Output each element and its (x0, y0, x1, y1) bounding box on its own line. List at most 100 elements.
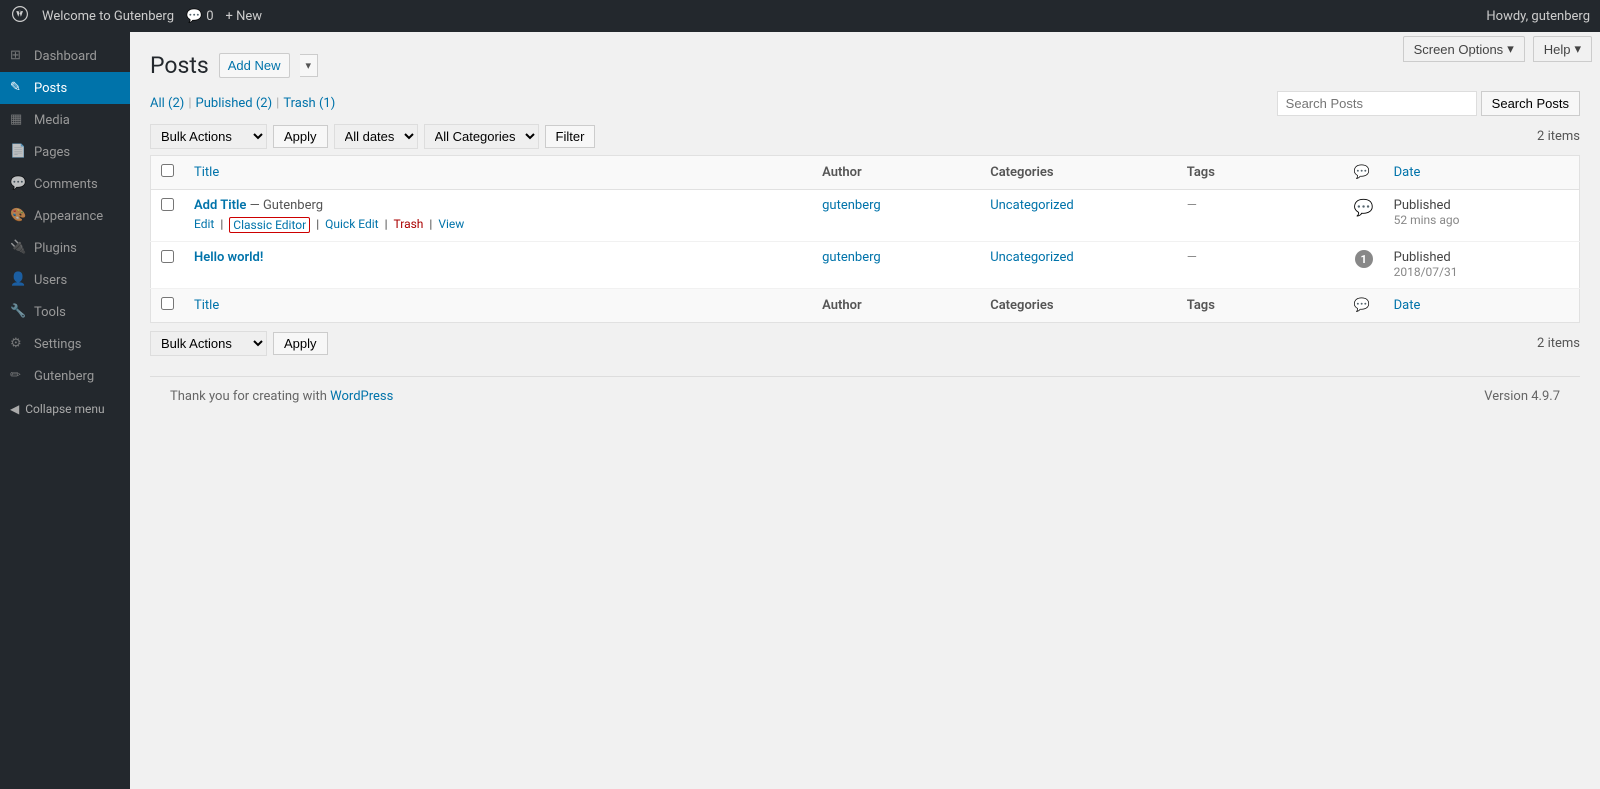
chevron-down-icon: ▾ (1507, 41, 1514, 57)
plugins-icon: 🔌 (10, 240, 26, 256)
apply-button-bottom[interactable]: Apply (273, 332, 328, 355)
apply-button-top[interactable]: Apply (273, 125, 328, 148)
row-title-cell-1: Add Title — Gutenberg Edit | Classic Edi… (184, 190, 812, 242)
comment-badge-2: 1 (1355, 250, 1373, 268)
items-count-top: 2 items (1537, 129, 1580, 144)
column-header-comments: 💬 (1344, 156, 1384, 190)
filter-all-link[interactable]: All (2) (150, 96, 184, 111)
dates-filter-select[interactable]: All dates (334, 124, 418, 149)
row-date-cell-1: Published 52 mins ago (1384, 190, 1580, 242)
add-new-button[interactable]: Add New (219, 53, 290, 78)
date-sort-link-bottom[interactable]: Date (1394, 298, 1421, 313)
row-checkbox-1[interactable] (161, 198, 174, 211)
users-icon: 👤 (10, 272, 26, 288)
sep: | (385, 217, 388, 233)
search-button[interactable]: Search Posts (1481, 91, 1580, 116)
post-title-link-2[interactable]: Hello world! (194, 250, 263, 265)
sep1: | (188, 96, 191, 111)
search-box: Search Posts (1277, 91, 1580, 116)
filter-links: All (2) | Published (2) | Trash (1) (150, 96, 1273, 111)
sidebar-item-users[interactable]: 👤 Users (0, 264, 130, 296)
sidebar-item-tools[interactable]: 🔧 Tools (0, 296, 130, 328)
add-new-dropdown-button[interactable]: ▾ (300, 54, 319, 77)
table-row: Add Title — Gutenberg Edit | Classic Edi… (151, 190, 1580, 242)
date-sort-link[interactable]: Date (1394, 165, 1421, 180)
help-button[interactable]: Help ▾ (1533, 36, 1592, 62)
comments-icon[interactable]: 💬 0 (186, 9, 214, 24)
sidebar-item-comments[interactable]: 💬 Comments (0, 168, 130, 200)
bulk-actions-select-top[interactable]: Bulk Actions Move to Trash (150, 124, 267, 149)
column-footer-author: Author (812, 289, 980, 323)
sidebar-item-appearance[interactable]: 🎨 Appearance (0, 200, 130, 232)
category-link-1[interactable]: Uncategorized (990, 198, 1073, 213)
edit-link-1[interactable]: Edit (194, 217, 214, 233)
table-footer-row: Title Author Categories Tags 💬 Date (151, 289, 1580, 323)
add-new-adminbar[interactable]: + New (226, 9, 263, 24)
sep: | (316, 217, 319, 233)
sidebar-item-label: Tools (34, 305, 66, 320)
comment-bubble-header-icon: 💬 (1354, 165, 1370, 180)
sidebar-item-label: Settings (34, 337, 81, 352)
column-header-checkbox (151, 156, 185, 190)
row-checkbox-cell (151, 242, 185, 289)
sidebar-item-dashboard[interactable]: ⊞ Dashboard (0, 40, 130, 72)
sidebar-item-media[interactable]: ▦ Media (0, 104, 130, 136)
category-link-2[interactable]: Uncategorized (990, 250, 1073, 265)
sidebar-item-label: Posts (34, 81, 67, 96)
media-icon: ▦ (10, 112, 26, 128)
bulk-bar-top: Bulk Actions Move to Trash Apply All dat… (150, 124, 1580, 149)
column-footer-checkbox (151, 289, 185, 323)
row-checkbox-2[interactable] (161, 250, 174, 263)
author-link-2[interactable]: gutenberg (822, 250, 881, 265)
categories-filter-select[interactable]: All Categories (424, 124, 539, 149)
bulk-bar-bottom: Bulk Actions Move to Trash Apply 2 items (150, 331, 1580, 356)
quick-edit-link-1[interactable]: Quick Edit (325, 217, 378, 233)
author-link-1[interactable]: gutenberg (822, 198, 881, 213)
main-content: Posts Add New ▾ All (2) | Published (2) … (130, 32, 1600, 789)
classic-editor-link-1[interactable]: Classic Editor (229, 217, 310, 233)
wp-logo-icon (10, 4, 30, 28)
row-comments-cell-1: 💬 (1344, 190, 1384, 242)
comment-bubble-icon: 💬 (186, 9, 202, 24)
row-title-cell-2: Hello world! (184, 242, 812, 289)
sidebar-item-settings[interactable]: ⚙ Settings (0, 328, 130, 360)
sidebar-item-label: Dashboard (34, 49, 97, 64)
column-header-date: Date (1384, 156, 1580, 190)
row-tags-cell-1: — (1177, 190, 1344, 242)
sidebar-item-plugins[interactable]: 🔌 Plugins (0, 232, 130, 264)
posts-table: Title Author Categories Tags 💬 Date (150, 155, 1580, 323)
tools-icon: 🔧 (10, 304, 26, 320)
footer-thank-you: Thank you for creating with WordPress (170, 389, 393, 404)
title-sort-link[interactable]: Title (194, 165, 219, 180)
filter-bar: All (2) | Published (2) | Trash (1) Sear… (150, 91, 1580, 116)
bulk-actions-select-bottom[interactable]: Bulk Actions Move to Trash (150, 331, 267, 356)
collapse-icon: ◀ (10, 402, 19, 416)
search-input[interactable] (1277, 91, 1477, 116)
sidebar-item-label: Plugins (34, 241, 77, 256)
comments-icon: 💬 (10, 176, 26, 192)
title-sort-link-bottom[interactable]: Title (194, 298, 219, 313)
select-all-checkbox[interactable] (161, 164, 174, 177)
items-count-bottom: 2 items (1537, 336, 1580, 351)
column-header-tags: Tags (1177, 156, 1344, 190)
wordpress-link[interactable]: WordPress (330, 389, 393, 404)
select-all-checkbox-bottom[interactable] (161, 297, 174, 310)
view-link-1[interactable]: View (438, 217, 464, 233)
sidebar-item-posts[interactable]: ✎ Posts (0, 72, 130, 104)
filter-published-link[interactable]: Published (2) (196, 96, 273, 111)
sidebar-item-label: Media (34, 113, 70, 128)
site-name[interactable]: Welcome to Gutenberg (42, 9, 174, 24)
column-footer-tags: Tags (1177, 289, 1344, 323)
sidebar-item-gutenberg[interactable]: ✏ Gutenberg (0, 360, 130, 392)
column-footer-comments: 💬 (1344, 289, 1384, 323)
post-title-link-1[interactable]: Add Title — Gutenberg (194, 198, 323, 213)
collapse-menu-button[interactable]: ◀ Collapse menu (0, 392, 130, 426)
screen-options-button[interactable]: Screen Options ▾ (1403, 36, 1525, 62)
page-title: Posts (150, 52, 209, 79)
filter-trash-link[interactable]: Trash (1) (283, 96, 335, 111)
sidebar-item-pages[interactable]: 📄 Pages (0, 136, 130, 168)
trash-link-1[interactable]: Trash (394, 217, 424, 233)
sidebar-item-label: Appearance (34, 209, 103, 224)
row-categories-cell-1: Uncategorized (980, 190, 1177, 242)
filter-button[interactable]: Filter (545, 125, 596, 148)
